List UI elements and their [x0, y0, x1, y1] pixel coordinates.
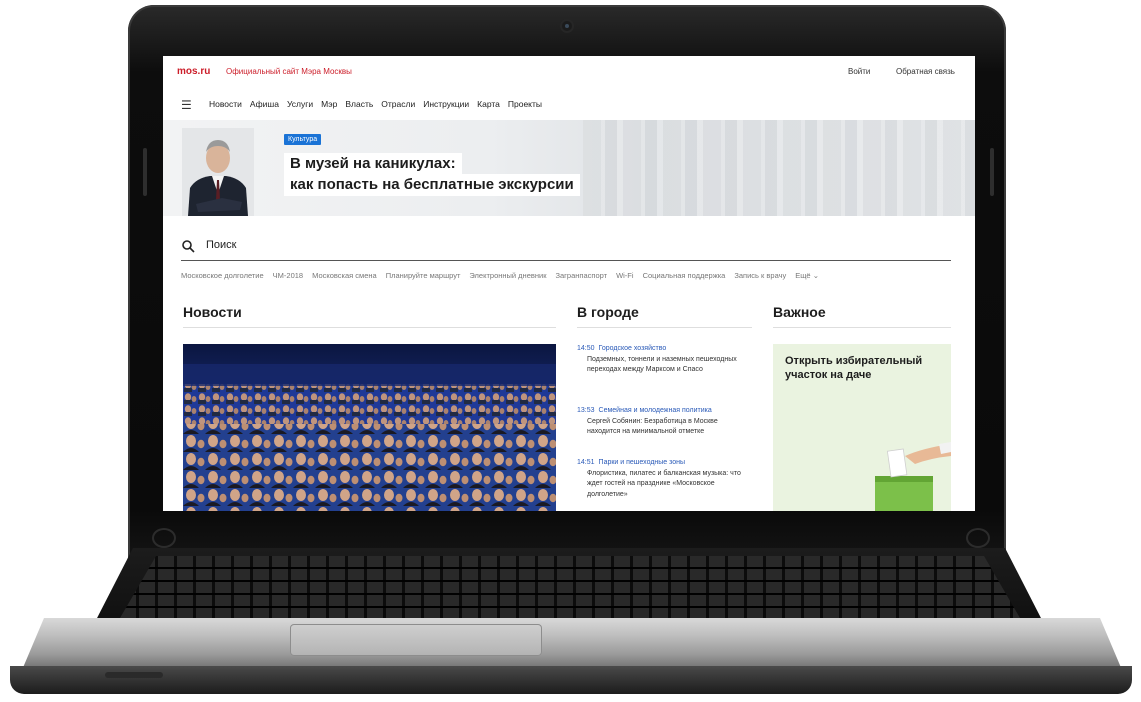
touchpad	[290, 624, 542, 656]
top-bar: mos.ru Официальный сайт Мэра Москвы Войт…	[163, 56, 975, 88]
nav-item-mayor[interactable]: Мэр	[321, 99, 337, 109]
site-logo[interactable]: mos.ru	[177, 66, 210, 77]
quick-link[interactable]: Запись к врачу	[734, 271, 786, 280]
feed-time: 13:53	[577, 407, 595, 414]
bezel-screw-left	[152, 528, 176, 548]
hero-headline-line1[interactable]: В музей на каникулах:	[284, 153, 462, 174]
search-placeholder: Поиск	[206, 239, 237, 251]
ballot-box-illustration	[875, 442, 951, 511]
mayor-portrait	[182, 128, 254, 216]
feed-time: 14:50	[577, 345, 595, 352]
webcam-lens	[565, 24, 569, 28]
quick-link[interactable]: Загранпаспорт	[555, 271, 607, 280]
login-link[interactable]: Войти	[848, 67, 870, 76]
feed-category[interactable]: Городское хозяйство	[599, 345, 667, 352]
city-feed-item[interactable]: 14:50 Городское хозяйство Подземных, тонн…	[577, 344, 752, 376]
front-vent	[105, 672, 163, 678]
feed-text[interactable]: Подземных, тоннели и наземных пешеходных…	[587, 355, 747, 376]
promo-card[interactable]: Открыть избирательный участок на даче	[773, 344, 951, 511]
quick-link[interactable]: Wi-Fi	[616, 271, 634, 280]
nav-item-government[interactable]: Власть	[345, 99, 373, 109]
feed-category[interactable]: Семейная и молодежная политика	[599, 407, 712, 414]
city-feed-item[interactable]: 13:53 Семейная и молодежная политика Серг…	[577, 406, 752, 438]
main-menu-bar: ☰ Новости Афиша Услуги Мэр Власть Отрасл…	[163, 88, 975, 120]
palm-rest	[22, 618, 1122, 670]
feed-text[interactable]: Сергей Собянин: Безработица в Москве нах…	[587, 417, 747, 438]
city-feed-item[interactable]: 14:51 Парки и пешеходные зоны Флористика,…	[577, 458, 752, 500]
nav-item-news[interactable]: Новости	[209, 99, 242, 109]
nav-item-afisha[interactable]: Афиша	[250, 99, 279, 109]
nav-item-map[interactable]: Карта	[477, 99, 500, 109]
search-field[interactable]: Поиск	[181, 234, 951, 261]
section-title-city[interactable]: В городе	[577, 304, 639, 320]
feed-category[interactable]: Парки и пешеходные зоны	[599, 459, 686, 466]
more-link[interactable]: Ещё ⌄	[795, 271, 819, 280]
feed-text[interactable]: Флористика, пилатес и балканская музыка:…	[587, 469, 747, 501]
section-title-news[interactable]: Новости	[183, 304, 242, 320]
site-title[interactable]: Официальный сайт Мэра Москвы	[226, 67, 352, 76]
hinge-left	[143, 148, 147, 196]
quick-link[interactable]: Планируйте маршрут	[386, 271, 461, 280]
nav-item-projects[interactable]: Проекты	[508, 99, 542, 109]
hinge-right	[990, 148, 994, 196]
laptop-screen: mos.ru Официальный сайт Мэра Москвы Войт…	[163, 56, 975, 511]
divider	[773, 327, 951, 328]
hero-headline-line2[interactable]: как попасть на бесплатные экскурсии	[284, 174, 580, 196]
hero-city-background	[583, 120, 975, 216]
promo-title[interactable]: Открыть избирательный участок на даче	[785, 354, 935, 383]
feedback-link[interactable]: Обратная связь	[896, 67, 955, 76]
feed-time: 14:51	[577, 459, 595, 466]
laptop-front-edge	[10, 666, 1132, 694]
section-title-important[interactable]: Важное	[773, 304, 826, 320]
divider	[183, 327, 556, 328]
quick-link[interactable]: Московская смена	[312, 271, 377, 280]
hamburger-menu-icon[interactable]: ☰	[181, 98, 192, 112]
category-tag[interactable]: Культура	[284, 134, 322, 145]
chevron-down-icon: ⌄	[812, 271, 819, 280]
quick-link[interactable]: Электронный дневник	[469, 271, 546, 280]
news-photo-audience[interactable]	[183, 344, 556, 511]
nav-item-instructions[interactable]: Инструкции	[423, 99, 469, 109]
keyboard	[120, 556, 1020, 618]
main-nav: Новости Афиша Услуги Мэр Власть Отрасли …	[209, 99, 542, 109]
divider	[577, 327, 752, 328]
nav-item-services[interactable]: Услуги	[287, 99, 313, 109]
webcam	[562, 21, 572, 31]
nav-item-sectors[interactable]: Отрасли	[381, 99, 415, 109]
bezel-screw-right	[966, 528, 990, 548]
search-icon	[182, 240, 195, 253]
quick-link[interactable]: Социальная поддержка	[643, 271, 726, 280]
quick-link[interactable]: Московское долголетие	[181, 271, 264, 280]
more-label: Ещё	[795, 271, 811, 280]
quick-links: Московское долголетие ЧМ-2018 Московская…	[181, 271, 819, 280]
quick-link[interactable]: ЧМ-2018	[273, 271, 303, 280]
